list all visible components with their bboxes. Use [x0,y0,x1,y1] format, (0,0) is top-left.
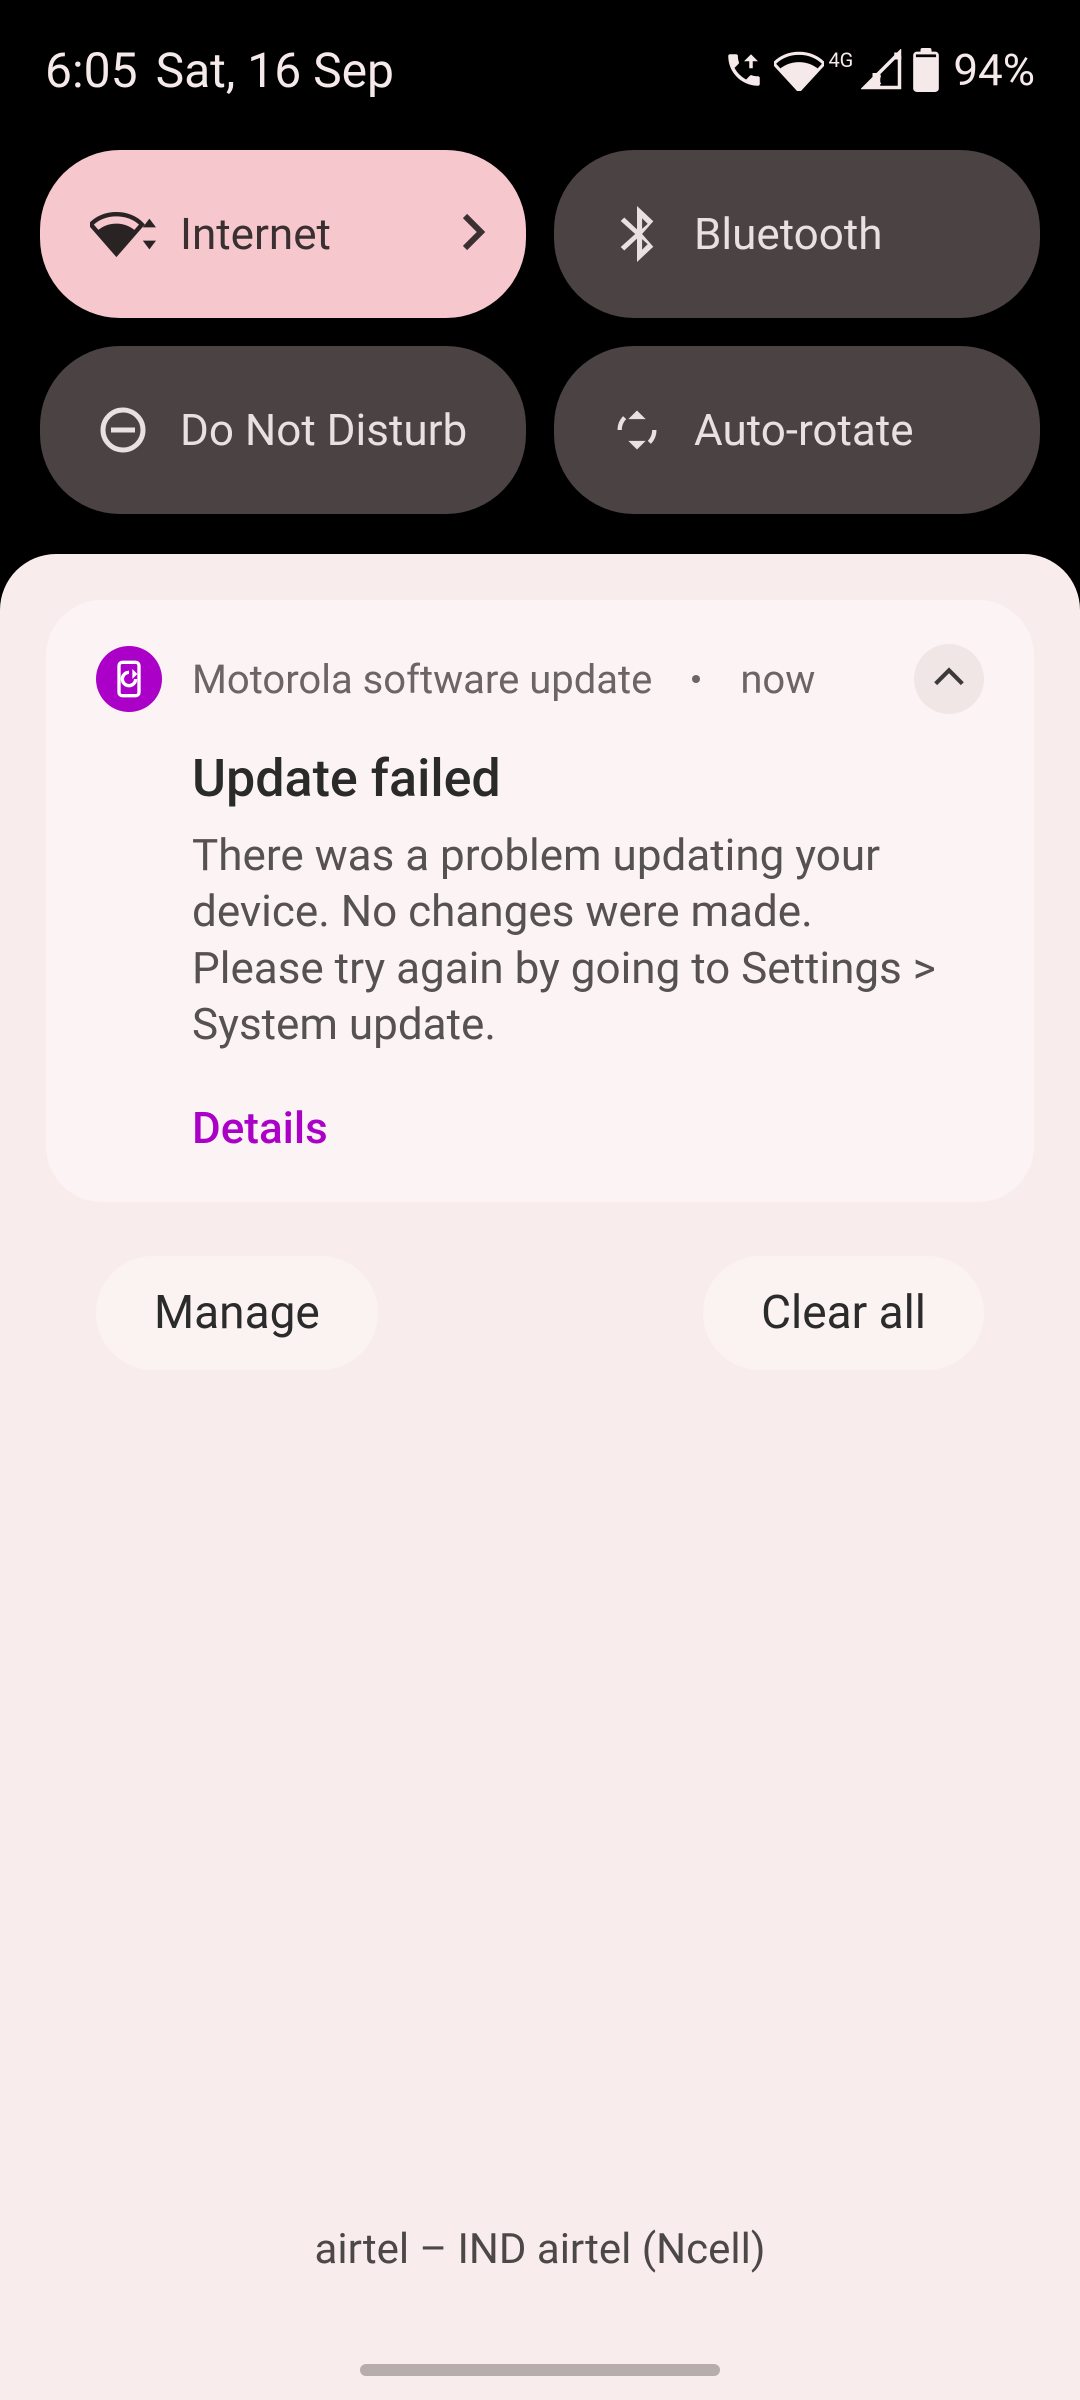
quick-settings-panel: Internet Bluetooth Do Not Disturb Auto-r… [0,120,1080,554]
qs-tile-internet[interactable]: Internet [40,150,526,318]
qs-tile-label: Internet [180,208,331,260]
qs-tile-label: Auto-rotate [694,404,914,456]
manage-button[interactable]: Manage [96,1256,378,1370]
wifi-calling-icon [722,49,766,91]
notification-action-details[interactable]: Details [192,1102,984,1154]
gesture-nav-bar[interactable] [360,2364,720,2376]
signal-icon: R [861,49,903,91]
notification-title: Update failed [192,748,984,809]
carrier-label: airtel – IND airtel (Ncell) [46,2225,1034,2364]
autorotate-icon [604,404,670,456]
dnd-icon [90,406,156,454]
svg-text:R: R [872,69,882,88]
wifi-icon [90,209,156,259]
qs-tile-dnd[interactable]: Do Not Disturb [40,346,526,514]
separator-dot [692,675,700,683]
collapse-button[interactable] [914,644,984,714]
clear-all-button[interactable]: Clear all [703,1256,984,1370]
update-app-icon [96,646,162,712]
qs-tile-bluetooth[interactable]: Bluetooth [554,150,1040,318]
notification-card[interactable]: Motorola software update now Update fail… [46,600,1034,1202]
network-type-label: 4G [828,50,853,70]
battery-percent: 94% [953,44,1035,96]
bluetooth-icon [604,206,670,262]
notification-shade: Motorola software update now Update fail… [0,554,1080,2400]
status-time: 6:05 [45,42,138,99]
notification-body: There was a problem updating your device… [192,827,984,1052]
qs-tile-autorotate[interactable]: Auto-rotate [554,346,1040,514]
notification-source: Motorola software update [192,656,652,703]
shade-actions: Manage Clear all [46,1202,1034,1370]
status-bar: 6:05 Sat, 16 Sep 4G R 94% [0,0,1080,120]
wifi-icon [774,49,824,91]
qs-tile-label: Do Not Disturb [180,404,467,456]
chevron-right-icon [460,212,486,256]
chevron-up-icon [932,667,966,691]
qs-tile-label: Bluetooth [694,208,882,260]
notification-time: now [740,656,815,703]
status-icons: 4G R 94% [722,44,1035,96]
battery-icon [911,48,941,92]
status-date: Sat, 16 Sep [156,42,394,99]
notification-header: Motorola software update now [96,644,984,714]
